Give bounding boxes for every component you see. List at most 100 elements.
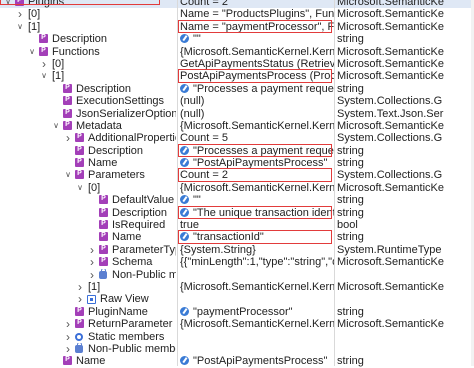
watch-row[interactable]: › ParameterType {System.String} System.Runt… (0, 244, 474, 256)
watch-row[interactable]: JsonSerializerOptions (null) System.Text.J… (0, 108, 474, 120)
chevron-right-icon[interactable]: › (88, 269, 96, 281)
row-label: ParameterType (112, 243, 176, 256)
watch-row[interactable]: ExecutionSettings (null) System.Collection… (0, 95, 474, 107)
edit-value-icon[interactable] (180, 145, 189, 155)
watch-row[interactable]: ∨ Functions {Microsoft.SemanticKernel.Kern… (0, 46, 474, 58)
value-cell[interactable]: {Microsoft.SemanticKernel.KernelFuncti (180, 120, 334, 132)
value-cell[interactable]: (null) (180, 108, 334, 120)
value-cell[interactable]: GetApiPaymentsStatus (Retrieves the st (180, 58, 334, 70)
chevron-right-icon[interactable]: › (88, 244, 96, 256)
value-cell[interactable]: "Processes a payment request." (180, 145, 334, 157)
value-cell[interactable]: true (180, 219, 334, 231)
value-cell[interactable]: {Microsoft.SemanticKernel.KernelFunc (180, 46, 334, 58)
chevron-down-icon[interactable]: ∨ (52, 120, 60, 132)
watch-row[interactable]: › ReturnParameter {Microsoft.SemanticKerne… (0, 318, 474, 330)
value-cell[interactable]: {Microsoft.SemanticKernel.KernelRetur (180, 318, 334, 330)
value-cell[interactable]: Name = "ProductsPlugins", Functions = ..… (180, 8, 334, 20)
chevron-right-icon[interactable]: › (64, 132, 72, 144)
value-cell[interactable]: Count = 5 (180, 132, 334, 144)
column-divider-type[interactable] (334, 0, 335, 366)
chevron-right-icon[interactable]: › (88, 256, 96, 268)
value-cell[interactable]: Count = 2 (180, 169, 334, 181)
watch-row[interactable]: Description "" string (0, 33, 474, 45)
chevron-right-icon[interactable]: › (64, 331, 72, 343)
watch-row[interactable]: Description "Processes a payment request.… (0, 143, 474, 158)
edit-value-icon[interactable] (180, 306, 189, 316)
name-cell: ∨ Metadata (0, 120, 176, 132)
value-cell[interactable]: {{"minLength":1,"type":"string","descrip (180, 256, 334, 268)
watch-row[interactable]: DefaultValue "" string (0, 194, 474, 206)
value-cell[interactable]: PostApiPaymentsProcess (Processes a (180, 70, 334, 82)
chevron-down-icon[interactable]: ∨ (4, 0, 12, 8)
watch-row[interactable]: › Static members (0, 331, 474, 343)
chevron-right-icon[interactable]: › (76, 281, 84, 293)
value-cell[interactable]: "PostApiPaymentsProcess" (180, 157, 334, 169)
value-cell[interactable]: "transactionId" (180, 231, 334, 243)
watch-row[interactable]: Description "Processes a payment request.… (0, 83, 474, 95)
value-cell[interactable]: "Processes a payment request." (180, 83, 334, 95)
property-icon (75, 145, 84, 156)
value-cell[interactable] (180, 331, 334, 343)
name-cell: Name (0, 231, 176, 243)
chevron-down-icon[interactable]: ∨ (16, 21, 24, 33)
chevron-down-icon[interactable]: ∨ (76, 182, 84, 194)
edit-value-icon[interactable] (180, 83, 189, 93)
value-cell[interactable] (180, 269, 334, 281)
value-cell[interactable]: {Microsoft.SemanticKernel.KernelParar (180, 182, 334, 194)
column-divider-value[interactable] (177, 0, 178, 366)
value-cell[interactable]: Name = "paymentProcessor", Function (180, 21, 334, 33)
name-cell: › [0] (0, 8, 176, 20)
watch-row[interactable]: › Non-Public members (0, 268, 474, 281)
edit-value-icon[interactable] (180, 34, 189, 44)
watch-row[interactable]: ∨ Metadata {Microsoft.SemanticKernel.Kerne… (0, 120, 474, 132)
watch-row[interactable]: ∨ [1] Name = "paymentProcessor", FunctionM… (0, 19, 474, 34)
edit-value-icon[interactable] (180, 232, 189, 242)
chevron-right-icon[interactable]: › (16, 8, 24, 20)
type-cell: System.Collections.G (337, 95, 443, 108)
watch-row[interactable]: › [0] GetApiPaymentsStatus (Retrieves the … (0, 58, 474, 70)
watch-row[interactable]: › Schema {{"minLength":1,"type":"string","… (0, 256, 474, 268)
watch-row[interactable]: › Non-Public members (0, 342, 474, 355)
edit-value-icon[interactable] (180, 356, 189, 366)
watch-row[interactable]: PluginName "paymentProcessor" string (0, 306, 474, 318)
chevron-right-icon[interactable]: › (76, 293, 84, 305)
value-cell[interactable]: {Microsoft.SemanticKernel.KernelParar (180, 281, 334, 293)
watch-row[interactable]: ∨ Plugins Count = 2 Microsoft.SemanticKe (0, 0, 474, 9)
watch-row[interactable]: ∨ [0] {Microsoft.SemanticKernel.KernelPara… (0, 182, 474, 194)
watch-row[interactable]: › AdditionalProperties Count = 5 System.Col… (0, 132, 474, 144)
watch-row[interactable]: Name "PostApiPaymentsProcess" string (0, 157, 474, 169)
edit-value-icon[interactable] (180, 158, 189, 168)
watch-row[interactable]: ∨ Parameters Count = 2 System.Collections.G (0, 168, 474, 182)
type-cell: Microsoft.SemanticKe (337, 20, 444, 33)
value-cell[interactable]: (null) (180, 95, 334, 107)
row-value: Count = 2 (180, 0, 229, 8)
chevron-down-icon[interactable]: ∨ (28, 46, 36, 58)
chevron-down-icon[interactable]: ∨ (40, 70, 48, 82)
edit-value-icon[interactable] (180, 195, 189, 205)
watch-row[interactable]: Description "The unique transaction ident… (0, 205, 474, 220)
value-cell[interactable] (180, 293, 334, 305)
value-cell[interactable]: "" (180, 194, 334, 206)
watch-row[interactable]: › [1] {Microsoft.SemanticKernel.KernelPara… (0, 281, 474, 293)
value-cell[interactable] (180, 343, 334, 355)
property-icon (39, 33, 48, 44)
row-label: Parameters (88, 169, 145, 182)
value-cell[interactable]: "The unique transaction identifier." (180, 207, 334, 219)
value-cell[interactable]: "" (180, 33, 334, 45)
type-cell (337, 293, 474, 305)
chevron-right-icon[interactable]: › (64, 343, 72, 355)
edit-value-icon[interactable] (180, 207, 189, 217)
watch-row[interactable]: ∨ [1] PostApiPaymentsProcess (Processes aM… (0, 69, 474, 83)
name-cell: › ReturnParameter (0, 318, 176, 330)
chevron-right-icon[interactable]: › (40, 58, 48, 70)
chevron-down-icon[interactable]: ∨ (64, 169, 72, 181)
watch-row[interactable]: IsRequired true bool (0, 219, 474, 231)
value-cell[interactable]: {System.String} (180, 244, 334, 256)
property-icon (75, 169, 84, 180)
watch-row[interactable]: › [0] Name = "ProductsPlugins", Functions … (0, 8, 474, 20)
value-cell[interactable]: "paymentProcessor" (180, 306, 334, 318)
chevron-right-icon[interactable]: › (64, 318, 72, 330)
watch-row[interactable]: Name "transactionId" string (0, 230, 474, 244)
watch-row[interactable]: › Raw View (0, 293, 474, 305)
value-cell[interactable]: Count = 2 (180, 0, 334, 8)
